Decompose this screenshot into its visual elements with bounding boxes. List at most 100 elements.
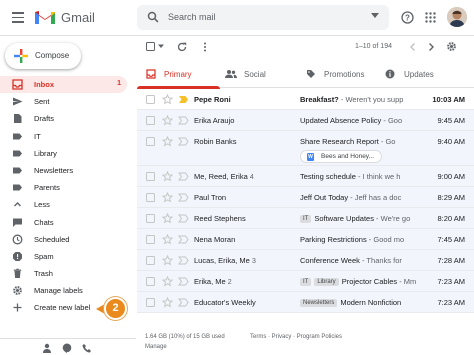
hangouts-icon[interactable] bbox=[62, 343, 72, 353]
email-time: 9:00 AM bbox=[437, 172, 465, 181]
tab-label: Social bbox=[244, 70, 266, 79]
important-marker-icon[interactable] bbox=[178, 172, 189, 181]
row-checkbox[interactable] bbox=[146, 235, 155, 244]
sidebar-item-chats[interactable]: Chats bbox=[0, 214, 127, 231]
email-row[interactable]: Educator's Weekly Newsletters Modern Nonf… bbox=[137, 292, 474, 313]
important-marker-icon[interactable] bbox=[178, 235, 189, 244]
tab-social[interactable]: Social bbox=[221, 60, 303, 88]
trash-icon bbox=[13, 268, 22, 279]
email-row[interactable]: Nena Moran Parking Restrictions - Good m… bbox=[137, 229, 474, 250]
star-icon[interactable] bbox=[162, 94, 173, 105]
row-checkbox[interactable] bbox=[146, 193, 155, 202]
star-icon[interactable] bbox=[162, 276, 173, 287]
search-input[interactable]: Search mail bbox=[168, 12, 216, 22]
sidebar-item-inbox[interactable]: Inbox 1 bbox=[0, 76, 127, 94]
star-icon[interactable] bbox=[162, 234, 173, 245]
row-checkbox[interactable] bbox=[146, 214, 155, 223]
search-options-icon[interactable] bbox=[371, 13, 379, 18]
row-checkbox[interactable] bbox=[146, 116, 155, 125]
row-checkbox[interactable] bbox=[146, 298, 155, 307]
inbox-icon bbox=[146, 69, 156, 79]
phone-icon[interactable] bbox=[82, 343, 92, 353]
label-icon bbox=[13, 167, 22, 174]
main-menu-icon[interactable] bbox=[12, 12, 24, 23]
more-vert-icon[interactable] bbox=[200, 42, 210, 52]
star-icon[interactable] bbox=[162, 192, 173, 203]
chevron-left-icon[interactable] bbox=[408, 42, 418, 52]
sidebar-item-parents[interactable]: Parents bbox=[0, 179, 127, 196]
label-icon bbox=[13, 184, 22, 191]
sidebar-item-label: Manage labels bbox=[34, 286, 83, 296]
category-tabs: Primary Social Promotions Updates bbox=[137, 60, 474, 89]
row-checkbox[interactable] bbox=[146, 95, 155, 104]
sidebar-item-it[interactable]: IT bbox=[0, 128, 127, 145]
important-marker-icon[interactable] bbox=[178, 256, 189, 265]
important-marker-icon[interactable] bbox=[178, 116, 189, 125]
tab-promotions[interactable]: Promotions bbox=[303, 60, 385, 88]
important-marker-icon[interactable] bbox=[178, 214, 189, 223]
star-icon[interactable] bbox=[162, 115, 173, 126]
tab-primary[interactable]: Primary bbox=[137, 60, 220, 89]
sidebar-item-label: Inbox bbox=[34, 80, 54, 89]
compose-button[interactable]: Compose bbox=[5, 43, 81, 69]
tag-icon bbox=[307, 70, 315, 78]
apps-grid-icon[interactable] bbox=[425, 12, 436, 23]
sidebar-item-scheduled[interactable]: Scheduled bbox=[0, 231, 127, 248]
avatar[interactable] bbox=[447, 7, 467, 27]
sidebar-item-newsletters[interactable]: Newsletters bbox=[0, 162, 127, 179]
important-marker-icon[interactable] bbox=[178, 298, 189, 307]
send-icon bbox=[13, 97, 23, 106]
tab-updates[interactable]: Updates bbox=[384, 60, 474, 88]
email-row[interactable]: Robin Banks Share Research Report - Go 9… bbox=[137, 131, 474, 166]
sidebar-item-library[interactable]: Library bbox=[0, 145, 127, 162]
sidebar-item-trash[interactable]: Trash bbox=[0, 265, 127, 282]
row-checkbox[interactable] bbox=[146, 172, 155, 181]
select-dropdown-icon[interactable] bbox=[158, 43, 164, 49]
sidebar-item-spam[interactable]: Spam bbox=[0, 248, 127, 265]
star-icon[interactable] bbox=[162, 213, 173, 224]
email-row[interactable]: Me, Reed, Erika 4 Testing schedule - I t… bbox=[137, 166, 474, 187]
email-row[interactable]: Paul Tron Jeff Out Today - Jeff has a do… bbox=[137, 187, 474, 208]
search-icon[interactable] bbox=[147, 11, 159, 23]
row-checkbox[interactable] bbox=[146, 277, 155, 286]
sidebar-item-manage-labels[interactable]: Manage labels bbox=[0, 282, 127, 299]
row-checkbox[interactable] bbox=[146, 137, 155, 146]
select-all-checkbox[interactable] bbox=[146, 42, 155, 51]
important-marker-icon[interactable] bbox=[178, 277, 189, 286]
important-marker-icon[interactable] bbox=[178, 137, 189, 146]
chevron-right-icon[interactable] bbox=[426, 42, 436, 52]
sidebar-item-less[interactable]: Less bbox=[0, 196, 127, 213]
sidebar-item-drafts[interactable]: Drafts bbox=[0, 110, 127, 127]
unread-count: 1 bbox=[117, 80, 121, 87]
email-row[interactable]: Erika Araujo Updated Absence Policy - Go… bbox=[137, 110, 474, 131]
email-row[interactable]: Pepe Roni Breakfast? - Weren't you supp … bbox=[137, 89, 474, 110]
email-time: 7:23 AM bbox=[437, 298, 465, 307]
email-row[interactable]: Lucas, Erika, Me 3 Conference Week - Tha… bbox=[137, 250, 474, 271]
star-icon[interactable] bbox=[162, 136, 173, 147]
email-subject: Updated Absence Policy - Goo bbox=[300, 116, 403, 125]
email-subject: Jeff Out Today - Jeff has a doc bbox=[300, 193, 402, 202]
attachment-chip[interactable]: W Bees and Honey... bbox=[300, 150, 382, 163]
search-bar[interactable]: Search mail bbox=[137, 5, 389, 30]
help-icon[interactable]: ? bbox=[401, 11, 414, 24]
row-checkbox[interactable] bbox=[146, 256, 155, 265]
refresh-icon[interactable] bbox=[177, 42, 187, 52]
footer-links[interactable]: Terms · Privacy · Program Policies bbox=[250, 334, 342, 340]
email-row[interactable]: Reed Stephens IT Software Updates - We're… bbox=[137, 208, 474, 229]
manage-storage-link[interactable]: Manage bbox=[145, 344, 167, 350]
person-icon[interactable] bbox=[42, 343, 52, 353]
important-marker-icon[interactable] bbox=[178, 95, 189, 104]
email-subject: IT Software Updates - We're go bbox=[300, 214, 422, 223]
settings-gear-icon[interactable] bbox=[446, 41, 457, 52]
star-icon[interactable] bbox=[162, 255, 173, 266]
star-icon[interactable] bbox=[162, 171, 173, 182]
compose-plus-icon bbox=[14, 49, 28, 63]
sidebar-item-label: IT bbox=[34, 131, 41, 141]
sidebar-item-sent[interactable]: Sent bbox=[0, 93, 127, 110]
gmail-logo-icon[interactable] bbox=[34, 9, 56, 25]
email-row[interactable]: Erika, Me 2 IT Library Projector Cables - … bbox=[137, 271, 474, 292]
star-icon[interactable] bbox=[162, 297, 173, 308]
sender-name: Robin Banks bbox=[194, 137, 237, 146]
important-marker-icon[interactable] bbox=[178, 193, 189, 202]
sender-name: Erika Araujo bbox=[194, 116, 235, 125]
